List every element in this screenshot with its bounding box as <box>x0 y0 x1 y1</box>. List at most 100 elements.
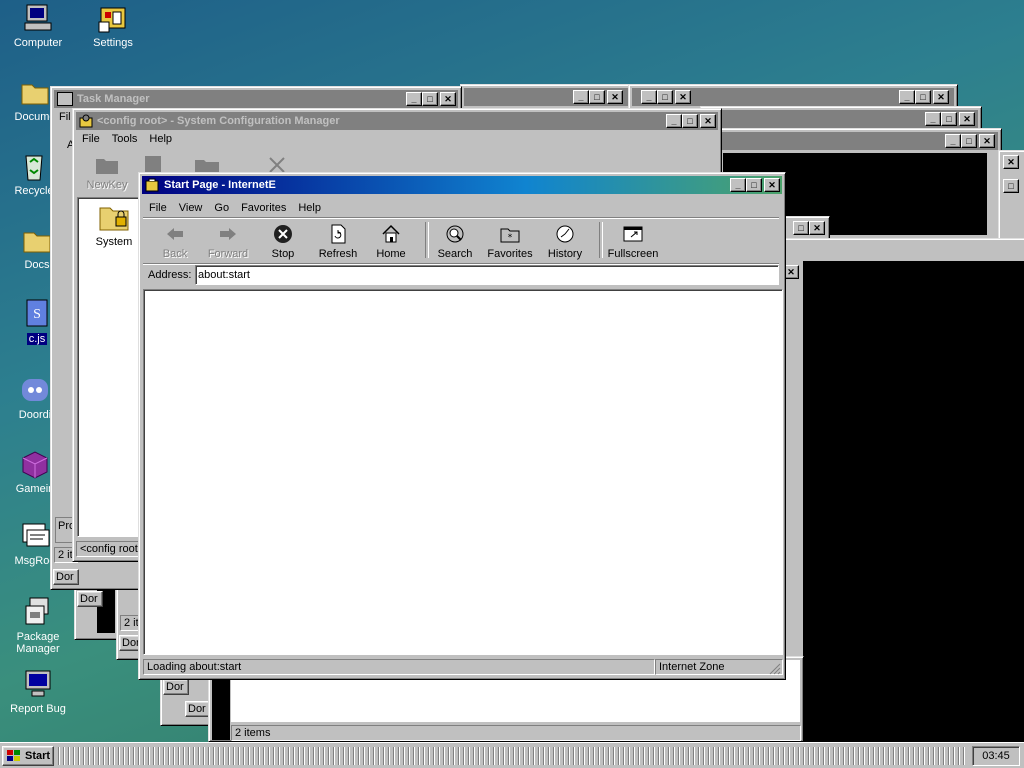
window-titlebar[interactable]: Task Manager _ □ ✕ <box>54 90 458 108</box>
toolbar-label: Refresh <box>318 248 358 260</box>
system-folder[interactable]: System <box>84 202 144 248</box>
status-button[interactable]: Dor <box>77 591 103 607</box>
minimize-icon[interactable]: _ <box>666 114 682 128</box>
start-button[interactable]: Start <box>2 746 54 766</box>
maximize-icon[interactable]: □ <box>589 90 605 104</box>
status-button[interactable]: Dor <box>163 679 189 695</box>
maximize-icon[interactable]: □ <box>422 92 438 106</box>
desktop-icon-computer[interactable]: Computer <box>1 2 75 49</box>
toolbar-separator <box>425 222 429 258</box>
script-file-icon: S <box>21 298 53 330</box>
recycle-bin-icon <box>18 150 50 182</box>
window-controls: _ □ ✕ <box>945 134 995 148</box>
close-icon[interactable]: ✕ <box>979 134 995 148</box>
resize-grip-icon[interactable] <box>769 663 781 675</box>
desktop-icon-label: Report Bug <box>10 703 66 715</box>
minimize-icon[interactable]: _ <box>925 112 941 126</box>
menu-file[interactable]: Fil <box>59 111 71 123</box>
close-icon[interactable]: ✕ <box>809 221 825 235</box>
minimize-icon[interactable]: _ <box>641 90 657 104</box>
back-button[interactable]: Back <box>153 218 197 260</box>
maximize-icon[interactable]: □ <box>1003 179 1019 193</box>
desktop-icon-label: Package Manager <box>16 631 60 655</box>
toolbar-label: Forward <box>207 248 249 260</box>
menu-go[interactable]: Go <box>208 202 235 214</box>
menu-file[interactable]: File <box>76 133 106 145</box>
close-icon[interactable]: ✕ <box>700 114 716 128</box>
folder-icon <box>95 155 119 175</box>
close-icon[interactable]: ✕ <box>440 92 456 106</box>
status-label: Dor <box>166 681 184 693</box>
status-label: Loading about:start <box>147 661 242 673</box>
status-label: Dor <box>80 593 98 605</box>
status-label: <config root> <box>80 543 142 555</box>
history-button[interactable]: History <box>543 218 587 260</box>
newkey-button[interactable]: NewKey <box>79 153 135 195</box>
window-controls: □ ✕ <box>793 221 825 235</box>
browser-window[interactable]: Start Page - InternetE _ □ ✕ File View Go … <box>138 172 786 680</box>
menu-tools[interactable]: Tools <box>106 133 144 145</box>
tree-pane[interactable]: System <box>77 197 143 537</box>
desktop-icon-label: Recycle <box>14 185 54 197</box>
close-icon[interactable]: ✕ <box>1003 155 1019 169</box>
desktop-icon-settings[interactable]: Settings <box>76 2 150 49</box>
close-icon[interactable]: ✕ <box>933 90 949 104</box>
maximize-icon[interactable]: □ <box>941 112 957 126</box>
window-title: Start Page - InternetE <box>164 179 276 191</box>
toolbar-label: NewKey <box>86 179 128 191</box>
stop-button[interactable]: Stop <box>261 218 305 260</box>
locked-folder-icon <box>98 202 130 232</box>
status-button[interactable]: Dor <box>53 569 79 585</box>
close-icon[interactable]: ✕ <box>675 90 691 104</box>
desktop-icon-label: Computer <box>13 37 63 49</box>
menu-help[interactable]: Help <box>143 133 178 145</box>
menu-help[interactable]: Help <box>292 202 327 214</box>
refresh-button[interactable]: Refresh <box>313 218 363 260</box>
maximize-icon[interactable]: □ <box>682 114 698 128</box>
system-clock[interactable]: 03:45 <box>972 746 1020 766</box>
toolbar-label: Home <box>376 248 406 260</box>
menu-bar: File Tools Help <box>76 133 178 145</box>
minimize-icon[interactable]: _ <box>406 92 422 106</box>
maximize-icon[interactable]: □ <box>961 134 977 148</box>
window-titlebar[interactable]: <config root> - System Configuration Man… <box>76 112 718 130</box>
maximize-icon[interactable]: □ <box>657 90 673 104</box>
forward-arrow-icon <box>217 223 239 245</box>
close-icon[interactable]: ✕ <box>607 90 623 104</box>
window-titlebar[interactable]: Start Page - InternetE _ □ ✕ <box>142 176 782 194</box>
refresh-icon <box>327 223 349 245</box>
menu-file[interactable]: File <box>143 202 173 214</box>
menu-favorites[interactable]: Favorites <box>235 202 292 214</box>
minimize-icon[interactable]: _ <box>899 90 915 104</box>
maximize-icon[interactable]: □ <box>746 178 762 192</box>
game-icon <box>19 448 51 480</box>
page-content[interactable] <box>143 289 783 655</box>
folder-icon <box>19 76 51 108</box>
minimize-icon[interactable]: _ <box>573 90 589 104</box>
desktop-icon-package-manager[interactable]: Package Manager <box>1 596 75 655</box>
desktop-icon-label: c.js <box>26 333 48 345</box>
maximize-icon[interactable]: □ <box>915 90 931 104</box>
desktop-icon-label: Gamein <box>15 483 55 495</box>
maximize-icon[interactable]: □ <box>793 221 809 235</box>
search-button[interactable]: Search <box>433 218 477 260</box>
address-bar: Address: <box>143 263 779 288</box>
minimize-icon[interactable]: _ <box>730 178 746 192</box>
toolbar-label: Back <box>162 248 188 260</box>
fullscreen-button[interactable]: Fullscreen <box>603 218 663 260</box>
favorites-button[interactable]: * Favorites <box>483 218 537 260</box>
menu-view[interactable]: View <box>173 202 209 214</box>
background-window[interactable]: ✕ <box>780 238 1024 742</box>
monitor-icon <box>22 668 54 700</box>
window-controls: _ □ ✕ <box>406 92 456 106</box>
home-button[interactable]: Home <box>369 218 413 260</box>
background-window[interactable]: ✕ □ <box>998 150 1024 240</box>
close-icon[interactable]: ✕ <box>764 178 780 192</box>
address-input[interactable] <box>195 265 779 285</box>
taskbar-window-list[interactable] <box>58 747 968 765</box>
desktop-icon-label: Docs <box>24 259 50 271</box>
forward-button[interactable]: Forward <box>203 218 253 260</box>
close-icon[interactable]: ✕ <box>959 112 975 126</box>
desktop-icon-report-bug[interactable]: Report Bug <box>1 668 75 715</box>
minimize-icon[interactable]: _ <box>945 134 961 148</box>
